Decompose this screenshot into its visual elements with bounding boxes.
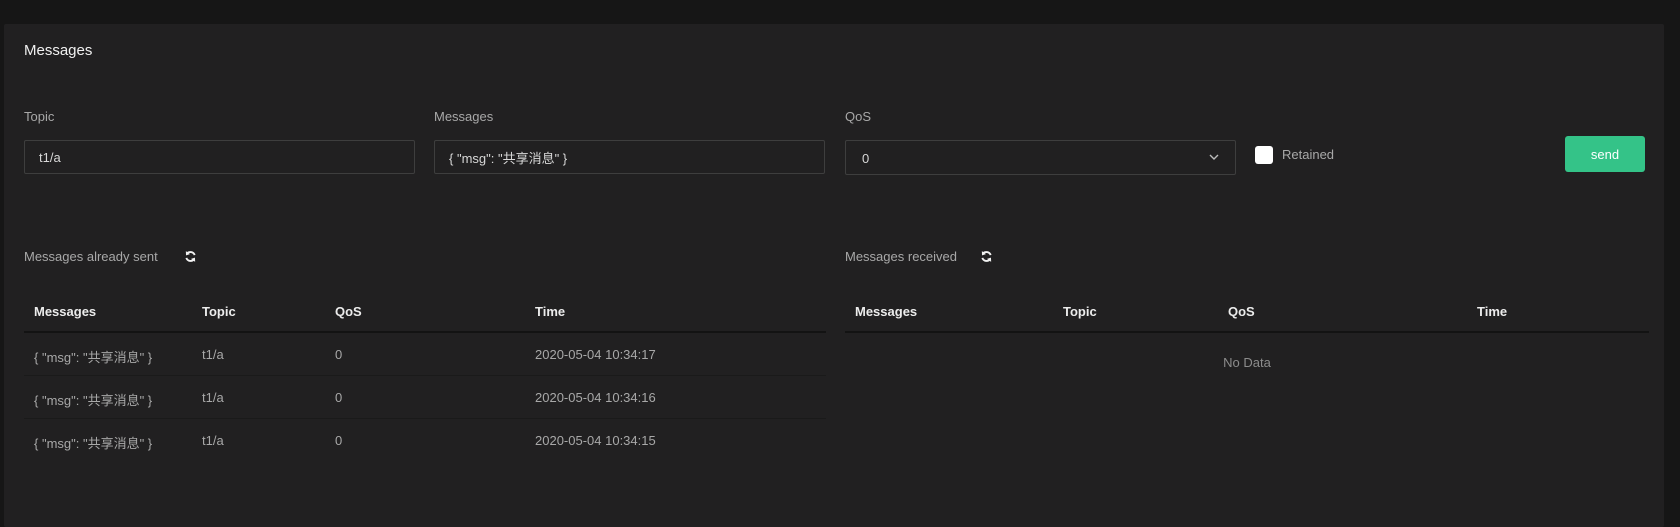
received-col-qos: QoS — [1228, 304, 1255, 319]
received-col-messages: Messages — [855, 304, 918, 319]
retained-checkbox[interactable] — [1255, 146, 1273, 164]
sent-col-time: Time — [535, 304, 566, 319]
row-time: 2020-05-04 10:34:16 — [535, 390, 656, 405]
messages-label: Messages — [434, 109, 494, 124]
row-topic: t1/a — [202, 390, 224, 405]
sent-col-qos: QoS — [335, 304, 362, 319]
received-table: Messages Topic QoS Time No Data — [845, 289, 1649, 370]
received-col-topic: Topic — [1063, 304, 1097, 319]
sent-section-title: Messages already sent — [24, 249, 158, 264]
received-section-title: Messages received — [845, 249, 957, 264]
qos-select-value: 0 — [862, 151, 870, 166]
row-time: 2020-05-04 10:34:15 — [535, 433, 656, 448]
table-row: { "msg": "共享消息" } t1/a 0 2020-05-04 10:3… — [24, 419, 826, 461]
row-message: { "msg": "共享消息" } — [34, 393, 153, 408]
refresh-sent-icon[interactable] — [184, 250, 197, 263]
row-topic: t1/a — [202, 347, 224, 362]
topic-label: Topic — [24, 109, 55, 124]
received-col-time: Time — [1477, 304, 1508, 319]
panel-title: Messages — [24, 42, 93, 59]
sent-table-header: Messages Topic QoS Time — [24, 289, 826, 333]
chevron-down-icon — [1209, 154, 1219, 160]
row-qos: 0 — [335, 390, 343, 405]
sent-table: Messages Topic QoS Time { "msg": "共享消息" … — [24, 289, 826, 461]
qos-label: QoS — [845, 109, 872, 124]
table-row: { "msg": "共享消息" } t1/a 0 2020-05-04 10:3… — [24, 333, 826, 376]
qos-select[interactable]: 0 — [845, 140, 1236, 175]
table-row: { "msg": "共享消息" } t1/a 0 2020-05-04 10:3… — [24, 376, 826, 419]
message-input[interactable] — [434, 140, 825, 174]
row-qos: 0 — [335, 347, 343, 362]
row-qos: 0 — [335, 433, 343, 448]
row-message: { "msg": "共享消息" } — [34, 436, 153, 451]
sent-col-messages: Messages — [34, 304, 97, 319]
empty-state-text: No Data — [1223, 355, 1271, 370]
send-button[interactable]: send — [1565, 136, 1645, 172]
retained-label: Retained — [1282, 147, 1335, 162]
messages-panel: Messages Topic Messages QoS 0 Retained s… — [4, 24, 1664, 527]
received-table-header: Messages Topic QoS Time — [845, 289, 1649, 333]
refresh-received-icon[interactable] — [980, 250, 993, 263]
sent-col-topic: Topic — [202, 304, 236, 319]
topic-input[interactable] — [24, 140, 415, 174]
row-message: { "msg": "共享消息" } — [34, 350, 153, 365]
row-time: 2020-05-04 10:34:17 — [535, 347, 656, 362]
row-topic: t1/a — [202, 433, 224, 448]
